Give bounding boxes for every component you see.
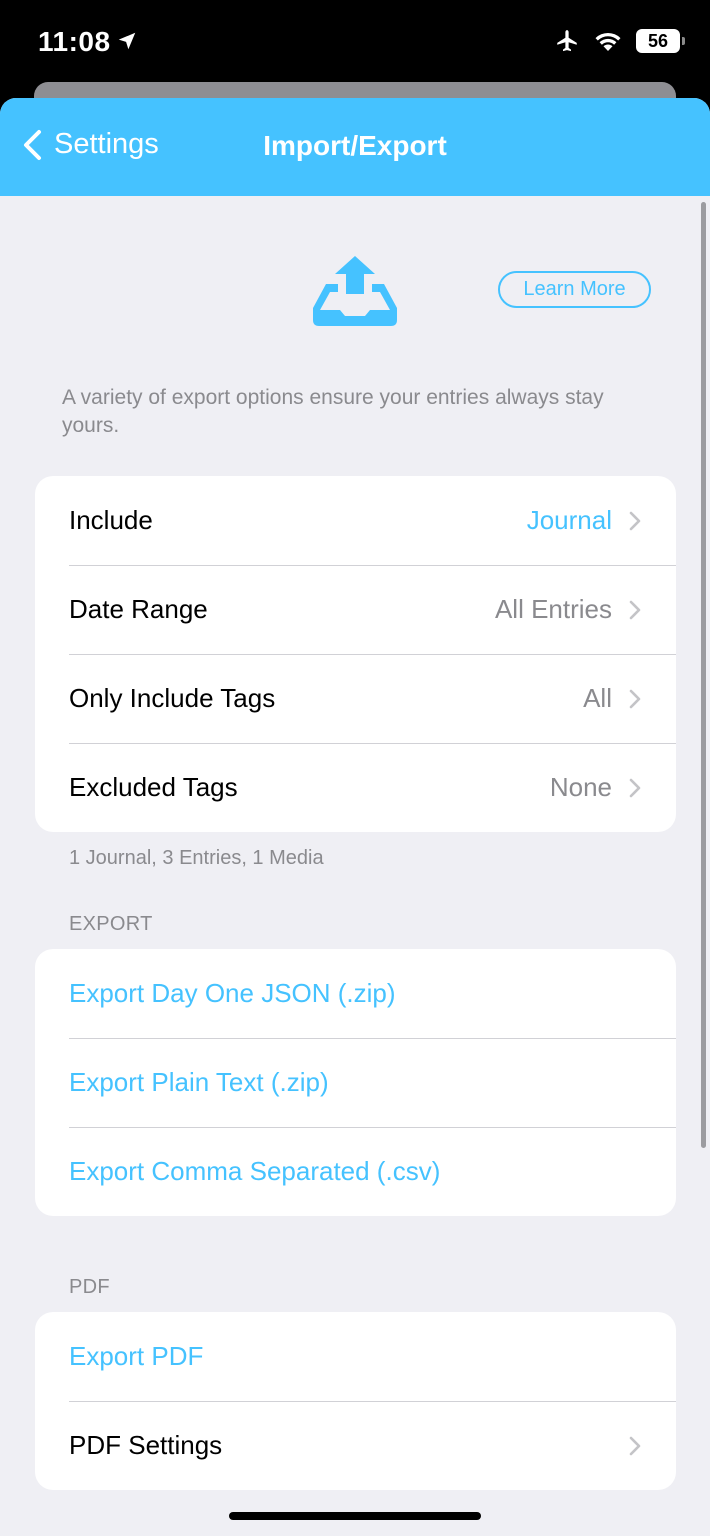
row-label: Export PDF	[69, 1341, 204, 1371]
row-label: Export Comma Separated (.csv)	[69, 1156, 441, 1186]
learn-more-button[interactable]: Learn More	[498, 271, 651, 308]
chevron-right-icon	[629, 511, 641, 530]
export-summary: 1 Journal, 3 Entries, 1 Media	[69, 847, 324, 869]
battery-level: 56	[647, 30, 669, 51]
page-title: Import/Export	[263, 130, 447, 161]
chevron-right-icon	[629, 1436, 641, 1455]
row-value: Journal	[526, 505, 612, 535]
row-value: All Entries	[494, 594, 612, 624]
export-tray-icon	[313, 256, 397, 326]
status-time: 11:08	[38, 26, 111, 57]
export-json-button[interactable]: Export Day One JSON (.zip)	[35, 949, 676, 1038]
navigation-bar: Settings Import/Export	[0, 98, 710, 196]
pdf-section-header: PDF	[69, 1276, 110, 1298]
date-range-row[interactable]: Date Range All Entries	[35, 565, 676, 654]
home-indicator[interactable]	[229, 1512, 481, 1520]
airplane-icon	[557, 30, 577, 52]
chevron-right-icon	[629, 600, 641, 619]
excluded-tags-row[interactable]: Excluded Tags None	[35, 743, 676, 832]
export-description: A variety of export options ensure your …	[62, 386, 604, 437]
import-export-sheet: Settings Import/Export Learn More A vari…	[0, 98, 710, 1536]
status-indicators: 56	[554, 28, 685, 54]
row-value: None	[549, 772, 612, 802]
status-bar: 11:08 56	[0, 0, 710, 84]
pdf-actions-group: Export PDF PDF Settings	[35, 1312, 676, 1490]
pdf-settings-row[interactable]: PDF Settings	[35, 1401, 676, 1490]
wifi-icon	[595, 32, 621, 51]
export-actions-group: Export Day One JSON (.zip) Export Plain …	[35, 949, 676, 1216]
scrollbar[interactable]	[701, 202, 706, 1148]
filter-options-group: Include Journal Date Range All Entries O…	[35, 476, 676, 832]
export-pdf-button[interactable]: Export PDF	[35, 1312, 676, 1401]
chevron-right-icon	[629, 778, 641, 797]
row-label: Only Include Tags	[69, 683, 276, 713]
row-label: PDF Settings	[69, 1430, 223, 1460]
export-section-header: EXPORT	[69, 913, 153, 935]
row-label: Date Range	[69, 594, 208, 624]
row-label: Export Day One JSON (.zip)	[69, 978, 396, 1008]
export-csv-button[interactable]: Export Comma Separated (.csv)	[35, 1127, 676, 1216]
row-label: Export Plain Text (.zip)	[69, 1067, 329, 1097]
export-plain-text-button[interactable]: Export Plain Text (.zip)	[35, 1038, 676, 1127]
battery-icon: 56	[636, 29, 685, 53]
chevron-right-icon	[629, 689, 641, 708]
row-label: Include	[69, 505, 153, 535]
only-include-tags-row[interactable]: Only Include Tags All	[35, 654, 676, 743]
location-arrow-icon	[118, 32, 136, 50]
include-row[interactable]: Include Journal	[35, 476, 676, 565]
row-label: Excluded Tags	[69, 772, 238, 802]
row-value: All	[583, 683, 612, 713]
